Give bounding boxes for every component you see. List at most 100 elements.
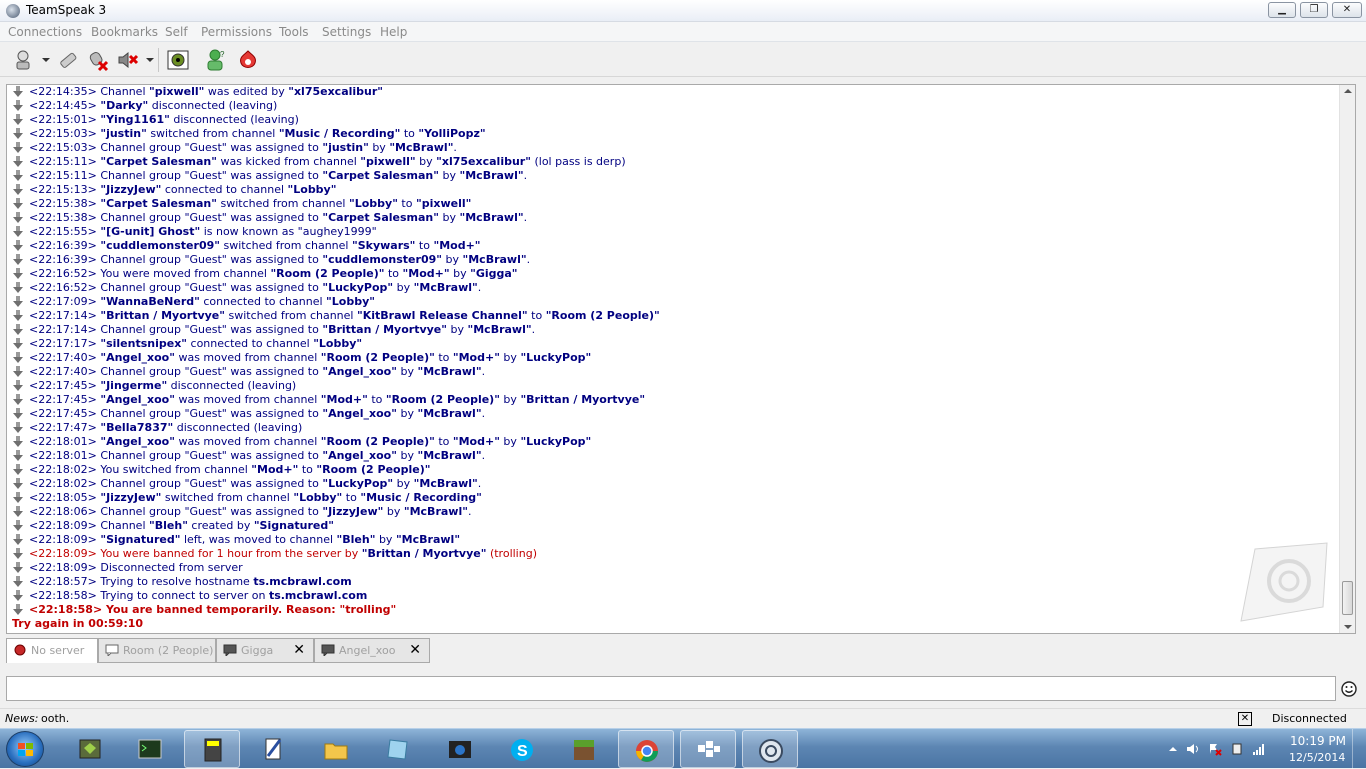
log-entity: "Lobby" [326, 295, 375, 308]
connect-icon[interactable] [12, 48, 36, 72]
tab-close-icon[interactable]: ✕ [293, 639, 305, 662]
log-entity: "YolliPopz" [418, 127, 486, 140]
action-center-icon[interactable] [1208, 742, 1222, 756]
log-timestamp: <22:15:13> [29, 183, 101, 196]
log-entity: "Brittan / Myortvye" [322, 323, 447, 336]
taskbar-app[interactable] [122, 730, 178, 768]
menu-settings[interactable]: Settings [322, 25, 371, 39]
away-icon[interactable] [166, 48, 190, 72]
log-scrollbar[interactable] [1339, 85, 1355, 633]
log-entity: "McBrawl" [417, 365, 482, 378]
window-title: TeamSpeak 3 [26, 3, 107, 17]
tab-room-2-people[interactable]: Room (2 People) [98, 638, 216, 663]
taskbar-app[interactable] [432, 730, 488, 768]
log-line: <22:17:14> "Brittan / Myortvye" switched… [11, 309, 1331, 323]
log-entity: "JizzyJew" [322, 505, 384, 518]
log-lines: <22:14:35> Channel "pixwell" was edited … [11, 85, 1331, 617]
menu-connections[interactable]: Connections [8, 25, 82, 39]
log-text: by [447, 323, 468, 336]
taskbar-app[interactable] [370, 730, 426, 768]
log-line: <22:18:05> "JizzyJew" switched from chan… [11, 491, 1331, 505]
log-text: to [415, 239, 434, 252]
close-button[interactable]: ✕ [1332, 2, 1362, 18]
menu-permissions[interactable]: Permissions [201, 25, 272, 39]
event-arrow-icon [13, 478, 23, 489]
log-entity: ts.mcbrawl.com [253, 575, 352, 588]
status-bar: News: ooth. ✕ Disconnected [0, 708, 1366, 728]
tab-angel-xoo[interactable]: Angel_xoo ✕ [314, 638, 430, 663]
news-close-icon[interactable]: ✕ [1238, 712, 1252, 726]
event-arrow-icon [13, 86, 23, 97]
tab-gigga[interactable]: Gigga ✕ [216, 638, 314, 663]
disconnect-icon[interactable] [56, 48, 80, 72]
menu-self[interactable]: Self [165, 25, 188, 39]
log-text: to [342, 491, 361, 504]
network-device-icon[interactable] [1230, 742, 1244, 756]
taskbar-app[interactable] [62, 730, 118, 768]
log-entity: "McBrawl" [395, 533, 461, 546]
signal-strength-icon[interactable] [1252, 742, 1266, 756]
log-text: You switched from channel [100, 463, 252, 476]
log-entity: "Gigga" [470, 267, 518, 280]
log-text: by [499, 435, 521, 448]
emoticon-icon[interactable] [1341, 681, 1357, 697]
taskbar-app[interactable] [556, 730, 612, 768]
maximize-button[interactable]: ❐ [1300, 2, 1328, 18]
log-text: Channel [100, 85, 150, 98]
volume-icon[interactable] [1186, 742, 1200, 756]
start-button[interactable] [6, 731, 44, 767]
mute-speakers-icon[interactable] [116, 48, 140, 72]
event-arrow-icon [13, 576, 23, 587]
log-text: . [477, 281, 482, 294]
tab-close-icon[interactable]: ✕ [409, 639, 421, 662]
mute-microphone-icon[interactable] [86, 48, 110, 72]
log-timestamp: <22:18:57> [29, 575, 101, 588]
taskbar-app[interactable] [618, 730, 674, 768]
tab-no-server[interactable]: No server [6, 638, 98, 663]
log-text: . [531, 323, 536, 336]
activate-microphone-icon[interactable]: ? [203, 48, 227, 72]
taskbar-app[interactable] [308, 730, 364, 768]
menu-help[interactable]: Help [380, 25, 407, 39]
clock-date[interactable]: 12/5/2014 [1289, 751, 1345, 764]
log-entity: "LuckyPop" [520, 351, 592, 364]
event-arrow-icon [13, 408, 23, 419]
title-bar[interactable]: TeamSpeak 3 ▁ ❐ ✕ [0, 0, 1366, 22]
log-entity: "Angel_xoo" [322, 449, 397, 462]
speakers-dropdown-arrow[interactable] [146, 58, 154, 62]
log-entity: "JizzyJew" [100, 183, 162, 196]
log-text: You are banned temporarily. Reason: "tro… [105, 603, 397, 616]
taskbar-app[interactable]: S [494, 730, 550, 768]
log-entity: "Bleh" [336, 533, 376, 546]
log-line: <22:17:14> Channel group "Guest" was ass… [11, 323, 1331, 337]
taskbar-app[interactable] [184, 730, 240, 768]
log-entity: "Darky" [100, 99, 149, 112]
vmware-icon [79, 739, 101, 759]
log-text: . [481, 407, 486, 420]
connect-dropdown-arrow[interactable] [42, 58, 50, 62]
subscribe-icon[interactable] [236, 48, 260, 72]
menu-bookmarks[interactable]: Bookmarks [91, 25, 158, 39]
show-desktop-button[interactable] [1352, 729, 1366, 769]
scroll-up-arrow[interactable] [1344, 89, 1352, 93]
event-arrow-icon [13, 394, 23, 405]
clock-time[interactable]: 10:19 PM [1290, 734, 1346, 748]
taskbar-app[interactable] [742, 730, 798, 768]
minimize-button[interactable]: ▁ [1268, 2, 1296, 18]
log-entity: "McBrawl" [417, 449, 482, 462]
menu-tools[interactable]: Tools [279, 25, 309, 39]
log-line: <22:18:02> Channel group "Guest" was ass… [11, 477, 1331, 491]
scroll-thumb[interactable] [1342, 581, 1353, 615]
log-timestamp: <22:18:09> [29, 519, 101, 532]
event-arrow-icon [13, 422, 23, 433]
log-text: by [393, 477, 414, 490]
taskbar-app[interactable] [246, 730, 302, 768]
event-arrow-icon [13, 520, 23, 531]
show-hidden-icons-icon[interactable] [1166, 742, 1180, 756]
chat-message-input[interactable] [6, 676, 1336, 701]
log-text: You were banned for 1 hour from the serv… [100, 547, 362, 560]
scroll-down-arrow[interactable] [1344, 625, 1352, 629]
taskbar-app[interactable] [680, 730, 736, 768]
log-line: <22:15:11> Channel group "Guest" was ass… [11, 169, 1331, 183]
tab-label: Gigga [241, 644, 274, 657]
